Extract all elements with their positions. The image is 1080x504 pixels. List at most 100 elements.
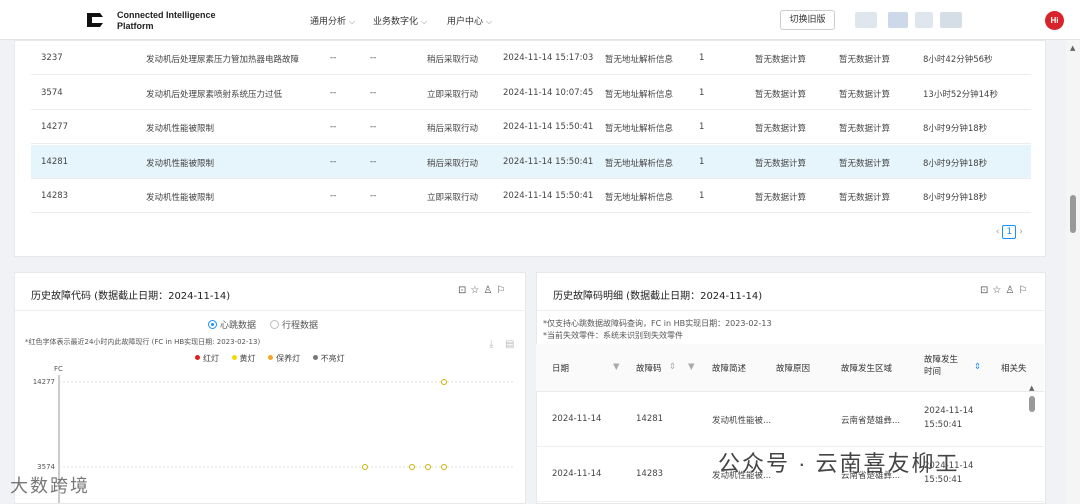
page-button[interactable]: 1 — [1002, 225, 1017, 239]
filter-icon[interactable]: ▼ — [613, 362, 620, 372]
col-fault-code[interactable]: 故障码 — [636, 362, 662, 374]
cell-n: 1 — [699, 53, 705, 63]
cell-desc: 发动机性能被限制 — [146, 158, 215, 169]
cell-time: 2024-11-14 15:50:41 — [503, 191, 594, 201]
cell-action: 立即采取行动 — [427, 89, 479, 100]
redacted-info — [888, 12, 908, 28]
fault-point[interactable] — [441, 464, 447, 470]
cell-c2: 暂无数据计算 — [839, 193, 891, 203]
star-icon[interactable]: ☆ — [470, 285, 483, 296]
scroll-up-icon[interactable]: ▲ — [1070, 44, 1075, 52]
cell-time: 2024-11-14 10:07:45 — [503, 87, 594, 98]
thumbs-up-icon[interactable]: ♙ — [483, 285, 496, 296]
thumbs-down-icon[interactable]: ⚐ — [1018, 285, 1031, 296]
thumbs-up-icon[interactable]: ♙ — [1005, 285, 1018, 296]
cell-b: -- — [370, 53, 377, 63]
cell-code: 14283 — [41, 191, 69, 201]
cell-desc: 发动机性能被... — [712, 416, 772, 426]
prev-page-button[interactable]: ‹ — [996, 227, 1000, 237]
cell-time-clock: 15:50:41 — [924, 420, 963, 430]
col-fault-desc[interactable]: 故障简述 — [712, 362, 746, 374]
wechat-watermark: 公众号 · 云南喜友柳工 — [718, 451, 960, 476]
filter-icon[interactable]: ▼ — [688, 362, 695, 372]
detail-table-row[interactable]: 2024-11-14 14281 发动机性能被... 云南省楚雄彝... 2024-11… — [536, 392, 1044, 447]
cummins-logo-icon[interactable] — [84, 9, 106, 31]
radio-heartbeat[interactable]: 心跳数据 — [208, 318, 256, 331]
table-row[interactable]: 14283 发动机性能被限制 -- -- 立即采取行动 2024-11-14 15:50:… — [31, 179, 1031, 213]
cell-addr: 暂无地址解析信息 — [605, 124, 674, 134]
scroll-thumb[interactable] — [1070, 195, 1076, 233]
cell-action: 稍后采取行动 — [427, 158, 479, 169]
detail-table-scroll-thumb[interactable] — [1029, 396, 1035, 412]
next-page-button[interactable]: › — [1019, 227, 1023, 237]
cell-code: 14281 — [636, 414, 664, 424]
fault-point[interactable] — [441, 379, 447, 385]
cell-c1: 暂无数据计算 — [755, 158, 807, 169]
page-scrollbar[interactable]: ▲ — [1066, 40, 1080, 504]
col-fault-time[interactable]: 故障发生时间 — [924, 354, 960, 378]
cell-c2: 暂无数据计算 — [839, 158, 891, 169]
nav-business-digitalization[interactable]: 业务数字化 ⌵ — [373, 14, 427, 27]
cell-dur: 8小时9分钟18秒 — [923, 124, 988, 134]
col-fault-cause[interactable]: 故障原因 — [776, 362, 810, 374]
cell-dur: 8小时9分钟18秒 — [923, 193, 988, 203]
cell-a: -- — [330, 53, 337, 63]
cell-date: 2024-11-14 — [552, 469, 602, 479]
cell-c2: 暂无数据计算 — [839, 55, 891, 65]
sort-icon[interactable]: ⇕ — [669, 362, 676, 372]
col-fault-region[interactable]: 故障发生区域 — [841, 362, 892, 374]
chevron-down-icon: ⌵ — [421, 17, 428, 26]
cell-time-date: 2024-11-14 — [924, 406, 974, 416]
chart-note: *红色字体表示最近24小时内此故障现行 (FC in HB实现日期: 2023-… — [25, 338, 261, 346]
fault-point[interactable] — [425, 464, 431, 470]
table-row[interactable]: 3237 发动机后处理尿素压力管加热器电路故障 -- -- 稍后采取行动 2024-11-… — [31, 41, 1031, 75]
chevron-down-icon: ⌵ — [349, 17, 356, 26]
download-icon[interactable]: ⊡ — [980, 285, 992, 296]
cell-desc: 发动机后处理尿素喷射系统压力过低 — [146, 89, 283, 100]
cell-n: 1 — [699, 122, 705, 132]
cell-c1: 暂无数据计算 — [755, 55, 807, 65]
cell-b: -- — [370, 87, 377, 98]
panel-title: 历史故障代码 (数据截止日期：2024-11-14) — [31, 291, 231, 302]
radio-trip[interactable]: 行程数据 — [270, 318, 318, 331]
table-row[interactable]: 3574 发动机后处理尿素喷射系统压力过低 -- -- 立即采取行动 2024-11-14… — [31, 76, 1031, 110]
chart-download-icon[interactable]: ⤓ — [489, 339, 493, 350]
cell-b: -- — [370, 156, 377, 167]
scroll-up-icon[interactable]: ▲ — [1029, 384, 1034, 392]
detail-note-1: *仅支持心跳数据故障码查询，FC in HB实现日期：2023-02-13 — [543, 319, 772, 328]
sort-icon[interactable]: ⇕ — [974, 362, 981, 372]
col-related-failure[interactable]: 相关失 — [1001, 362, 1027, 374]
detail-note-2: *当前失效零件：系统未识别到失效零件 — [543, 331, 683, 340]
star-icon[interactable]: ☆ — [992, 285, 1005, 296]
cell-time: 2024-11-14 15:50:41 — [503, 156, 594, 167]
cell-b: -- — [370, 191, 377, 201]
chart-data-view-icon[interactable]: ▤ — [505, 339, 514, 350]
nav-general-analysis[interactable]: 通用分析 ⌵ — [310, 14, 355, 27]
brand-name: Connected Intelligence Platform — [117, 10, 216, 31]
panel-toolbar: ⊡☆♙⚐ — [458, 285, 509, 296]
nav-user-center[interactable]: 用户中心 ⌵ — [447, 14, 492, 27]
top-navbar: Connected Intelligence Platform 通用分析 ⌵ 业务… — [0, 0, 1080, 40]
cell-b: -- — [370, 122, 377, 132]
thumbs-down-icon[interactable]: ⚐ — [496, 285, 509, 296]
cell-addr: 暂无地址解析信息 — [605, 158, 674, 169]
radio-unselected-icon — [270, 320, 279, 329]
cell-c1: 暂无数据计算 — [755, 89, 807, 100]
download-icon[interactable]: ⊡ — [458, 285, 470, 296]
cell-date: 2024-11-14 — [552, 414, 602, 424]
pagination: ‹ 1 › — [996, 225, 1023, 239]
table-row[interactable]: 14277 发动机性能被限制 -- -- 稍后采取行动 2024-11-14 15:50:… — [31, 110, 1031, 144]
cell-a: -- — [330, 156, 337, 167]
table-row[interactable]: 14281 发动机性能被限制 -- -- 稍后采取行动 2024-11-14 15:50:… — [31, 144, 1031, 179]
divider — [15, 310, 527, 311]
cell-desc: 发动机性能被限制 — [146, 124, 215, 134]
user-avatar[interactable]: Hi — [1045, 11, 1064, 30]
fault-point[interactable] — [362, 464, 368, 470]
fault-point[interactable] — [409, 464, 415, 470]
redacted-info — [940, 12, 962, 28]
col-date[interactable]: 日期 — [552, 362, 569, 374]
cell-addr: 暂无地址解析信息 — [605, 89, 674, 100]
overlay-watermark: 大数跨境 — [10, 476, 90, 496]
switch-old-version-button[interactable]: 切换旧版 — [780, 10, 835, 30]
cell-c1: 暂无数据计算 — [755, 124, 807, 134]
